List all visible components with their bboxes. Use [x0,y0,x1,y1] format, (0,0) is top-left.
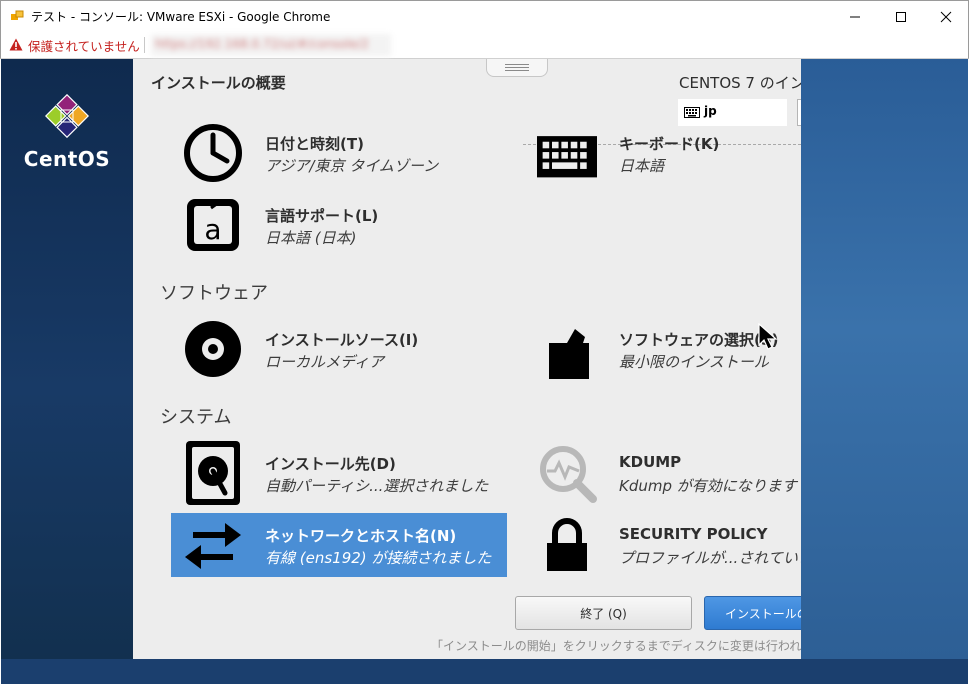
handle-grip-line [505,64,529,65]
spoke-status: 最小限のインストール [619,353,769,371]
disc-icon [183,319,243,379]
maximize-button[interactable] [878,1,924,32]
address-separator [144,37,145,53]
page-title: インストールの概要 [151,74,286,92]
product-title: CENTOS 7 のインストール [679,74,801,92]
section-heading-software: ソフトウェア [160,283,268,304]
centos-brand-text: CentOS [23,147,111,171]
spoke-keyboard[interactable]: キーボード(K) 日本語 [525,121,801,185]
centos-logo-icon [45,94,89,138]
spoke-date-time[interactable]: 日付と時刻(T) アジア/東京 タイムゾーン [171,121,507,185]
minimize-button[interactable] [832,1,878,32]
spoke-security-policy[interactable]: SECURITY POLICY プロファイルが...されていません [525,513,801,577]
quit-button[interactable]: 終了 (Q) [515,596,692,630]
browser-title-bar: テスト - コンソール: VMware ESXi - Google Chrome [0,0,969,31]
spoke-name: キーボード(K) [619,135,720,153]
spoke-name: ネットワークとホスト名(N) [265,527,457,545]
console-desktop-area [801,59,968,659]
lock-icon [537,515,597,575]
spoke-status: 有線 (ens192) が接続されました [265,549,492,567]
spoke-name: 日付と時刻(T) [265,135,364,153]
close-icon [940,11,952,22]
warning-icon[interactable] [9,38,23,51]
spoke-status: アジア/東京 タイムゾーン [265,157,439,175]
centos-sidebar: CentOS [1,59,133,659]
mouse-pointer-icon [758,323,778,350]
spoke-status: 自動パーティシ...選択されました [265,477,489,495]
handle-grip-line [505,67,529,68]
spoke-name: インストール先(D) [265,455,396,473]
url-text[interactable]: https://192.168.0.72/ui/#/console/2 [151,34,391,56]
not-secure-label[interactable]: 保護されていません [28,36,140,55]
spoke-status: 日本語 [619,157,665,175]
keyboard-layout-text: jp [704,104,717,118]
spoke-name: ソフトウェアの選択(S) [619,331,779,349]
address-bar[interactable]: 保護されていません https://192.168.0.72/ui/#/cons… [0,31,969,59]
window-title: テスト - コンソール: VMware ESXi - Google Chrome [31,10,331,24]
spoke-name: インストールソース(I) [265,331,419,349]
network-arrows-icon [183,515,243,575]
disk-change-notice: 「インストールの開始」をクリックするまでディスクに変更は行われません。 [431,639,801,653]
language-icon: a [183,195,243,255]
vm-console[interactable]: CentOS インストールの概要 CENTOS 7 のインストール jp [1,59,968,684]
svg-text:a: a [204,213,221,246]
spoke-name: SECURITY POLICY [619,525,768,543]
installation-summary-panel: インストールの概要 CENTOS 7 のインストール jp 日付と時刻( [133,59,801,659]
clock-icon [183,123,243,183]
maximize-icon [896,11,906,22]
spoke-network-hostname[interactable]: ネットワークとホスト名(N) 有線 (ens192) が接続されました [171,513,507,577]
panel-drag-handle[interactable] [486,59,548,77]
spoke-installation-destination[interactable]: インストール先(D) 自動パーティシ...選択されました [171,441,507,505]
keyboard-small-icon [684,107,700,118]
spoke-status: ローカルメディア [265,353,384,371]
close-button[interactable] [923,1,969,32]
section-heading-system: システム [160,407,232,428]
spoke-status: 日本語 (日本) [265,229,357,247]
spoke-name: KDUMP [619,453,682,471]
begin-installation-button[interactable]: インストールの開始(B) [704,596,801,630]
spoke-kdump[interactable]: KDUMP Kdump が有効になります [525,441,801,505]
spoke-name: 言語サポート(L) [265,207,379,225]
spoke-language-support[interactable]: a 言語サポート(L) 日本語 (日本) [171,193,507,257]
package-icon [537,319,597,379]
handle-grip-line [505,70,529,71]
hard-disk-icon [183,441,243,505]
minimize-icon [850,16,860,17]
kdump-magnifier-icon [537,443,597,503]
spoke-status: プロファイルが...されていません [619,549,801,567]
keyboard-icon [537,123,597,183]
spoke-status: Kdump が有効になります [619,477,797,495]
console-bottom-area [1,659,968,684]
spoke-installation-source[interactable]: インストールソース(I) ローカルメディア [171,317,507,381]
vmware-app-icon [11,10,24,20]
